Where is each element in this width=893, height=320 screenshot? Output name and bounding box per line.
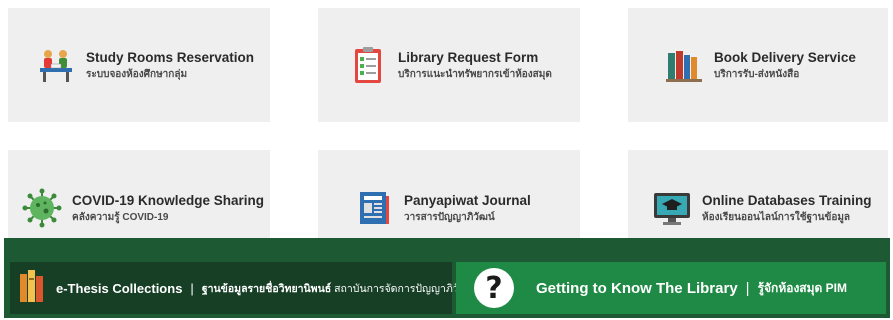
banner-subtitle-bold: ฐานข้อมูลรายชื่อวิทยานิพนธ์ bbox=[201, 282, 332, 295]
card-subtitle: บริการแนะนำทรัพยากรเข้าห้องสมุด bbox=[398, 68, 552, 80]
books-shelf-icon bbox=[664, 45, 704, 85]
card-covid19-knowledge-sharing[interactable]: COVID-19 Knowledge Sharing คลังความรู้ C… bbox=[8, 150, 270, 242]
journal-icon bbox=[354, 188, 394, 228]
e-thesis-collections-banner[interactable]: e-Thesis Collections | ฐานข้อมูลรายชื่อว… bbox=[10, 262, 475, 314]
card-study-rooms-reservation[interactable]: Study Rooms Reservation ระบบจองห้องศึกษา… bbox=[8, 8, 270, 122]
study-group-icon bbox=[36, 45, 76, 85]
card-online-databases-training[interactable]: Online Databases Training ห้องเรียนออนไล… bbox=[628, 150, 888, 242]
card-subtitle: วารสารปัญญาภิวัฒน์ bbox=[404, 211, 495, 223]
card-panyapiwat-journal[interactable]: Panyapiwat Journal วารสารปัญญาภิวัฒน์ bbox=[318, 150, 580, 242]
banner-separator: | bbox=[190, 280, 194, 296]
card-subtitle: ห้องเรียนออนไลน์การใช้ฐานข้อมูล bbox=[702, 211, 851, 223]
card-title: Study Rooms Reservation bbox=[86, 49, 255, 65]
card-title: Book Delivery Service bbox=[714, 49, 856, 65]
banner-title: e-Thesis Collections bbox=[56, 280, 183, 296]
card-title: Online Databases Training bbox=[702, 192, 872, 208]
monitor-graduation-icon bbox=[652, 188, 692, 228]
books-stack-icon bbox=[18, 268, 46, 309]
card-title: Panyapiwat Journal bbox=[404, 192, 531, 208]
card-subtitle: บริการรับ-ส่งหนังสือ bbox=[714, 68, 800, 80]
card-subtitle: ระบบจองห้องศึกษากลุ่ม bbox=[86, 68, 188, 80]
card-subtitle: คลังความรู้ COVID-19 bbox=[72, 211, 169, 223]
question-icon: ? bbox=[474, 268, 514, 308]
clipboard-checklist-icon bbox=[348, 45, 388, 85]
card-title: Library Request Form bbox=[398, 49, 539, 65]
banner-subtitle: รู้จักห้องสมุด PIM bbox=[757, 280, 847, 295]
card-book-delivery-service[interactable]: Book Delivery Service บริการรับ-ส่งหนังส… bbox=[628, 8, 888, 122]
getting-to-know-library-banner[interactable]: ? Getting to Know The Library | รู้จักห้… bbox=[456, 262, 886, 314]
card-library-request-form[interactable]: Library Request Form บริการแนะนำทรัพยากร… bbox=[318, 8, 580, 122]
banner-subtitle: ฐานข้อมูลรายชื่อวิทยานิพนธ์ สถาบันการจัด… bbox=[202, 280, 476, 297]
card-title: COVID-19 Knowledge Sharing bbox=[72, 192, 265, 208]
banner-title: Getting to Know The Library bbox=[536, 279, 738, 297]
banner-subtitle-rest: สถาบันการจัดการปัญญาภิวัฒน์ bbox=[331, 282, 476, 295]
virus-icon bbox=[22, 188, 62, 228]
banner-separator: | bbox=[745, 279, 750, 297]
